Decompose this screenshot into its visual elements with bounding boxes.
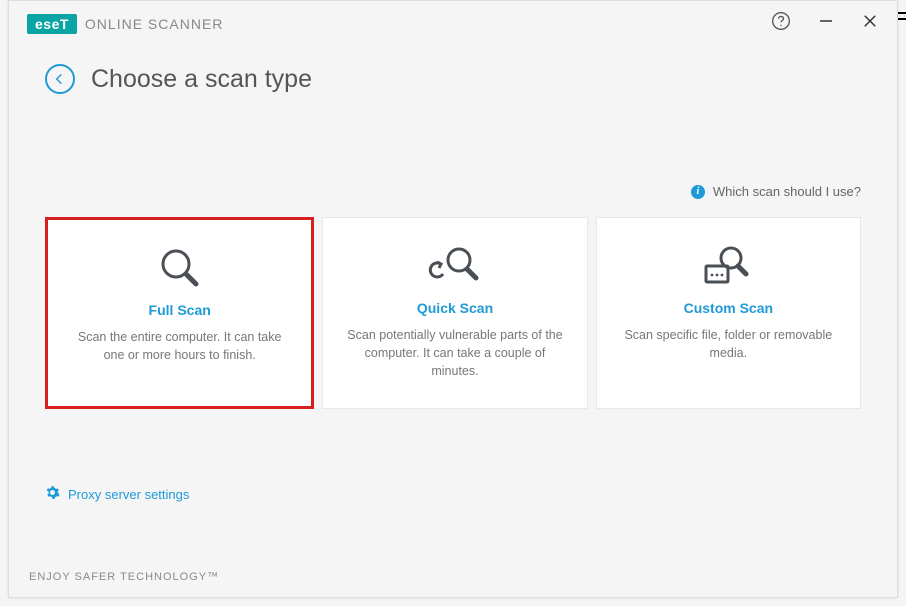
back-button[interactable] bbox=[45, 64, 75, 94]
footer-tagline: ENJOY SAFER TECHNOLOGY™ bbox=[29, 571, 219, 583]
brand-product: ONLINE SCANNER bbox=[85, 16, 223, 32]
gear-icon bbox=[45, 485, 60, 503]
brand: eseT ONLINE SCANNER bbox=[27, 14, 223, 34]
which-scan-help-link[interactable]: i Which scan should I use? bbox=[691, 184, 861, 199]
help-icon[interactable] bbox=[771, 11, 791, 36]
proxy-settings-link[interactable]: Proxy server settings bbox=[45, 485, 189, 503]
quick-scan-icon bbox=[427, 240, 483, 292]
custom-scan-icon bbox=[700, 240, 756, 292]
proxy-settings-label: Proxy server settings bbox=[68, 487, 189, 502]
which-scan-label: Which scan should I use? bbox=[713, 184, 861, 199]
window-controls bbox=[771, 11, 879, 36]
page-header: Choose a scan type bbox=[9, 46, 897, 100]
scan-type-cards: Full Scan Scan the entire computer. It c… bbox=[9, 199, 897, 409]
quick-scan-desc: Scan potentially vulnerable parts of the… bbox=[341, 326, 568, 380]
quick-scan-card[interactable]: Quick Scan Scan potentially vulnerable p… bbox=[322, 217, 587, 409]
quick-scan-title: Quick Scan bbox=[417, 300, 493, 316]
close-button[interactable] bbox=[861, 12, 879, 35]
minimize-button[interactable] bbox=[817, 12, 835, 35]
info-icon: i bbox=[691, 185, 705, 199]
app-window: eseT ONLINE SCANNER Choose a scan type bbox=[8, 0, 898, 598]
full-scan-title: Full Scan bbox=[149, 302, 211, 318]
brand-logo: eseT bbox=[27, 14, 77, 34]
custom-scan-desc: Scan specific file, folder or removable … bbox=[615, 326, 842, 362]
magnifier-icon bbox=[156, 242, 204, 294]
full-scan-desc: Scan the entire computer. It can take on… bbox=[66, 328, 293, 364]
page-title: Choose a scan type bbox=[91, 65, 312, 94]
decorative-tick bbox=[898, 18, 906, 20]
custom-scan-title: Custom Scan bbox=[684, 300, 773, 316]
full-scan-card[interactable]: Full Scan Scan the entire computer. It c… bbox=[45, 217, 314, 409]
help-row: i Which scan should I use? bbox=[9, 100, 897, 199]
custom-scan-card[interactable]: Custom Scan Scan specific file, folder o… bbox=[596, 217, 861, 409]
decorative-tick bbox=[898, 12, 906, 14]
titlebar: eseT ONLINE SCANNER bbox=[9, 1, 897, 46]
